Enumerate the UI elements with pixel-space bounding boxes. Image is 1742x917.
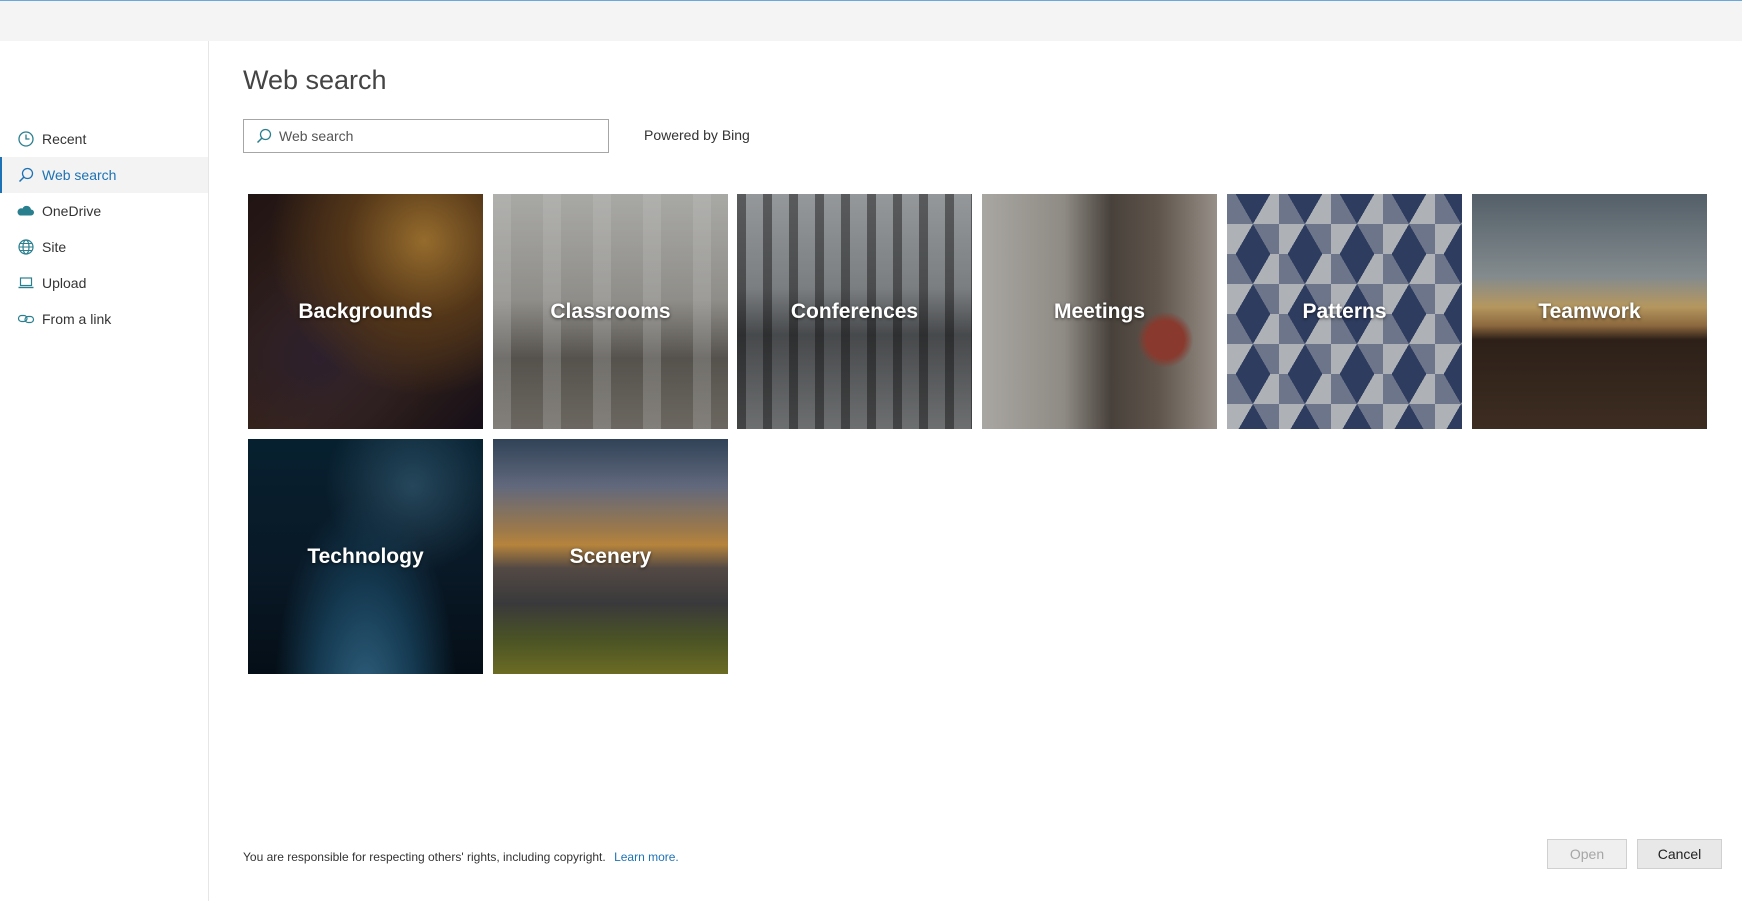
top-bar (0, 0, 1742, 41)
page-title: Web search (243, 65, 387, 95)
tile-label: Conferences (790, 299, 919, 323)
copyright-text: You are responsible for respecting other… (243, 850, 606, 864)
powered-by-bing: Powered by Bing (644, 127, 750, 143)
sidebar-item-from-a-link[interactable]: From a link (0, 301, 208, 337)
sidebar-item-label: Web search (42, 167, 117, 183)
copyright-note: You are responsible for respecting other… (243, 850, 679, 864)
search-box[interactable] (243, 119, 609, 153)
link-icon (17, 310, 35, 328)
tile-label: Scenery (569, 544, 652, 568)
sidebar-item-label: Upload (42, 275, 87, 291)
tile-label: Teamwork (1538, 299, 1641, 323)
globe-icon (17, 238, 35, 256)
sidebar-item-label: OneDrive (42, 203, 102, 219)
sidebar-item-site[interactable]: Site (0, 229, 208, 265)
sidebar-item-upload[interactable]: Upload (0, 265, 208, 301)
sidebar-item-onedrive[interactable]: OneDrive (0, 193, 208, 229)
open-button[interactable]: Open (1547, 839, 1627, 869)
tile-label: Technology (307, 544, 424, 568)
tile-meetings[interactable]: Meetings (982, 194, 1217, 429)
cloud-icon (17, 202, 35, 220)
sidebar-item-web-search[interactable]: Web search (0, 157, 208, 193)
search-icon (17, 166, 35, 184)
sidebar-item-label: Site (42, 239, 67, 255)
clock-icon (17, 130, 35, 148)
learn-more-link[interactable]: Learn more. (614, 850, 679, 864)
tile-teamwork[interactable]: Teamwork (1472, 194, 1707, 429)
sidebar-item-recent[interactable]: Recent (0, 121, 208, 157)
laptop-icon (17, 274, 35, 292)
sidebar-item-label: From a link (42, 311, 112, 327)
tile-label: Patterns (1302, 299, 1387, 323)
search-icon (255, 127, 273, 145)
tile-scenery[interactable]: Scenery (493, 439, 728, 674)
tile-label: Backgrounds (298, 299, 433, 323)
tile-classrooms[interactable]: Classrooms (493, 194, 728, 429)
tile-patterns[interactable]: Patterns (1227, 194, 1462, 429)
tile-label: Classrooms (550, 299, 671, 323)
sidebar-nav: Recent Web search OneDrive Site Upload F… (0, 121, 208, 337)
tile-label: Meetings (1053, 299, 1145, 323)
sidebar-item-label: Recent (42, 131, 87, 147)
search-input[interactable] (279, 128, 579, 144)
tile-backgrounds[interactable]: Backgrounds (248, 194, 483, 429)
tile-technology[interactable]: Technology (248, 439, 483, 674)
cancel-button[interactable]: Cancel (1637, 839, 1722, 869)
main-panel: Web search Powered by Bing Backgrounds C… (209, 41, 1742, 917)
tile-conferences[interactable]: Conferences (737, 194, 972, 429)
sidebar: Recent Web search OneDrive Site Upload F… (0, 41, 209, 901)
